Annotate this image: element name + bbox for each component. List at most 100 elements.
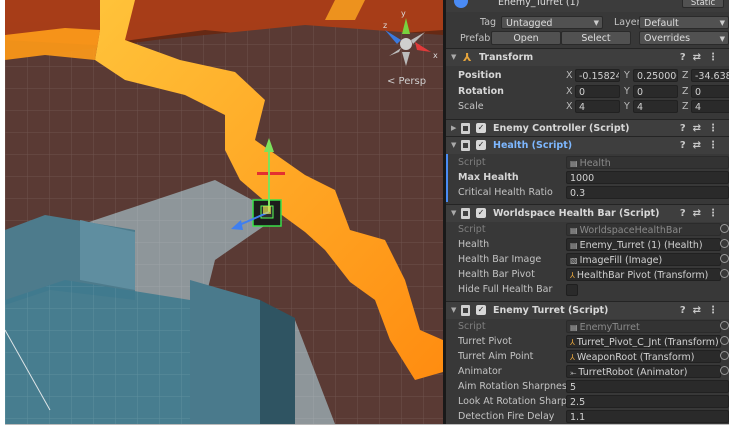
health-enabled-checkbox[interactable]: ✓ bbox=[476, 140, 486, 150]
tag-dropdown[interactable]: Untagged ▼ bbox=[501, 16, 603, 29]
object-picker-icon[interactable] bbox=[720, 224, 729, 233]
foldout-arrow-icon[interactable]: ▼ bbox=[451, 49, 456, 66]
hide-full-health-checkbox[interactable] bbox=[566, 284, 578, 296]
hb-hide-label[interactable]: Hide Full Health Bar bbox=[458, 282, 552, 297]
turret-pivot-value: Turret_Pivot_C_Jnt (Transform) bbox=[576, 337, 719, 348]
prefab-open-button[interactable]: Open bbox=[491, 31, 561, 45]
foldout-arrow-icon[interactable]: ▼ bbox=[451, 137, 456, 154]
scale-row: Scale X 4 Y 4 Z 4 bbox=[446, 99, 729, 114]
hb-image-label[interactable]: Health Bar Image bbox=[458, 252, 541, 267]
turret-aim-field[interactable]: ⅄ WeaponRoot (Transform) bbox=[566, 350, 721, 363]
component-tools[interactable]: ?⇄⋮ bbox=[680, 302, 725, 319]
scale-x-field[interactable]: 4 bbox=[575, 100, 620, 113]
animator-label[interactable]: Animator bbox=[458, 364, 502, 379]
hb-image-field[interactable]: ▧ ImageFill (Image) bbox=[566, 253, 721, 266]
enemy-controller-enabled-checkbox[interactable]: ✓ bbox=[476, 123, 486, 133]
component-tools[interactable]: ?⇄⋮ bbox=[680, 137, 725, 154]
scale-x-label[interactable]: X bbox=[566, 99, 573, 114]
rotation-z-field[interactable]: 0 bbox=[691, 85, 729, 98]
object-name[interactable]: Enemy_Turret (1) bbox=[498, 0, 579, 10]
et-aim-row: Turret Aim Point ⅄ WeaponRoot (Transform) bbox=[446, 349, 729, 364]
chevron-down-icon: ▼ bbox=[593, 19, 599, 27]
transform-header[interactable]: ▼ ⅄ Transform ?⇄⋮ bbox=[446, 48, 729, 66]
component-tools[interactable]: ?⇄⋮ bbox=[680, 205, 725, 222]
chevron-down-icon: ▼ bbox=[719, 35, 725, 43]
scale-label[interactable]: Scale bbox=[458, 99, 484, 114]
layer-dropdown[interactable]: Default ▼ bbox=[639, 16, 729, 29]
inspector-panel: Enemy_Turret (1) Static Tag Untagged ▼ L… bbox=[446, 0, 729, 424]
static-toggle[interactable]: Static bbox=[682, 0, 724, 8]
look-sharpness-field[interactable]: 2.5 bbox=[566, 395, 729, 408]
image-icon: ▧ bbox=[570, 256, 578, 265]
hb-hide-row: Hide Full Health Bar bbox=[446, 282, 729, 297]
hb-pivot-field[interactable]: ⅄ HealthBar Pivot (Transform) bbox=[566, 268, 721, 281]
position-z-label[interactable]: Z bbox=[682, 68, 689, 83]
position-y-field[interactable]: 0.250000 bbox=[633, 69, 678, 82]
health-script-value: Health bbox=[579, 158, 611, 169]
critical-health-label[interactable]: Critical Health Ratio bbox=[458, 185, 553, 200]
position-z-field[interactable]: -34.6389 bbox=[691, 69, 729, 82]
prefab-select-button[interactable]: Select bbox=[561, 31, 631, 45]
prefab-label: Prefab bbox=[460, 33, 491, 44]
turret-pivot-label[interactable]: Turret Pivot bbox=[458, 334, 512, 349]
rotation-label[interactable]: Rotation bbox=[458, 84, 504, 99]
position-x-label[interactable]: X bbox=[566, 68, 573, 83]
prefab-overrides-dropdown[interactable]: Overrides ▼ bbox=[639, 31, 729, 45]
object-picker-icon[interactable] bbox=[720, 321, 729, 330]
script-icon bbox=[461, 208, 470, 219]
overrides-value: Overrides bbox=[644, 33, 691, 44]
turret-aim-label[interactable]: Turret Aim Point bbox=[458, 349, 533, 364]
object-picker-icon[interactable] bbox=[720, 366, 729, 375]
max-health-field[interactable]: 1000 bbox=[566, 171, 729, 184]
script-label: Script bbox=[458, 157, 486, 168]
component-tools[interactable]: ?⇄⋮ bbox=[680, 49, 725, 66]
foldout-arrow-icon[interactable]: ▼ bbox=[451, 302, 456, 319]
turret-pivot-field[interactable]: ⅄ Turret_Pivot_C_Jnt (Transform) bbox=[566, 335, 721, 348]
position-label[interactable]: Position bbox=[458, 68, 502, 83]
foldout-collapsed-icon[interactable]: ▶ bbox=[451, 120, 456, 137]
look-sharpness-label[interactable]: Look At Rotation Sharpn bbox=[458, 394, 573, 409]
tag-value: Untagged bbox=[506, 18, 553, 29]
aim-sharpness-label[interactable]: Aim Rotation Sharpness bbox=[458, 379, 572, 394]
scale-y-label[interactable]: Y bbox=[624, 99, 630, 114]
critical-health-field[interactable]: 0.3 bbox=[566, 186, 729, 199]
scene-render[interactable]: y x z bbox=[5, 0, 443, 424]
rotation-y-label[interactable]: Y bbox=[624, 84, 630, 99]
max-health-label[interactable]: Max Health bbox=[458, 170, 519, 185]
health-header[interactable]: ▼ ✓ Health (Script) ?⇄⋮ bbox=[446, 136, 729, 154]
rotation-x-label[interactable]: X bbox=[566, 84, 573, 99]
object-picker-icon[interactable] bbox=[720, 239, 729, 248]
hb-script-field: ▤ WorldspaceHealthBar bbox=[566, 223, 721, 236]
foldout-arrow-icon[interactable]: ▼ bbox=[451, 205, 456, 222]
fire-delay-label[interactable]: Detection Fire Delay bbox=[458, 409, 554, 424]
et-animator-row: Animator ⤜ TurretRobot (Animator) bbox=[446, 364, 729, 379]
object-picker-icon[interactable] bbox=[720, 336, 729, 345]
health-bar-header[interactable]: ▼ ✓ Worldspace Health Bar (Script) ?⇄⋮ bbox=[446, 204, 729, 222]
rotation-x-field[interactable]: 0 bbox=[575, 85, 620, 98]
enemy-turret-header[interactable]: ▼ ✓ Enemy Turret (Script) ?⇄⋮ bbox=[446, 301, 729, 319]
rotation-y-field[interactable]: 0 bbox=[633, 85, 678, 98]
scene-view[interactable]: y x z < Persp bbox=[5, 0, 443, 424]
hb-pivot-label[interactable]: Health Bar Pivot bbox=[458, 267, 535, 282]
aim-sharpness-field[interactable]: 5 bbox=[566, 380, 729, 393]
scale-y-field[interactable]: 4 bbox=[633, 100, 678, 113]
scale-z-field[interactable]: 4 bbox=[691, 100, 729, 113]
component-tools[interactable]: ?⇄⋮ bbox=[680, 120, 725, 137]
persp-label[interactable]: < Persp bbox=[387, 76, 426, 87]
object-picker-icon[interactable] bbox=[720, 351, 729, 360]
hb-health-label[interactable]: Health bbox=[458, 237, 489, 252]
tag-layer-row: Tag Untagged ▼ Layer Default ▼ bbox=[446, 15, 729, 30]
object-picker-icon[interactable] bbox=[720, 254, 729, 263]
enemy-controller-header[interactable]: ▶ ✓ Enemy Controller (Script) ?⇄⋮ bbox=[446, 119, 729, 137]
health-bar-enabled-checkbox[interactable]: ✓ bbox=[476, 208, 486, 218]
hb-health-field[interactable]: ▤ Enemy_Turret (1) (Health) bbox=[566, 238, 721, 251]
enemy-turret-enabled-checkbox[interactable]: ✓ bbox=[476, 305, 486, 315]
health-script-row: Script ▤ Health bbox=[446, 155, 729, 170]
fire-delay-field[interactable]: 1.1 bbox=[566, 410, 729, 423]
position-x-field[interactable]: -0.158240 bbox=[575, 69, 620, 82]
rotation-z-label[interactable]: Z bbox=[682, 84, 689, 99]
animator-field[interactable]: ⤜ TurretRobot (Animator) bbox=[566, 365, 721, 378]
object-picker-icon[interactable] bbox=[720, 269, 729, 278]
position-y-label[interactable]: Y bbox=[624, 68, 630, 83]
scale-z-label[interactable]: Z bbox=[682, 99, 689, 114]
